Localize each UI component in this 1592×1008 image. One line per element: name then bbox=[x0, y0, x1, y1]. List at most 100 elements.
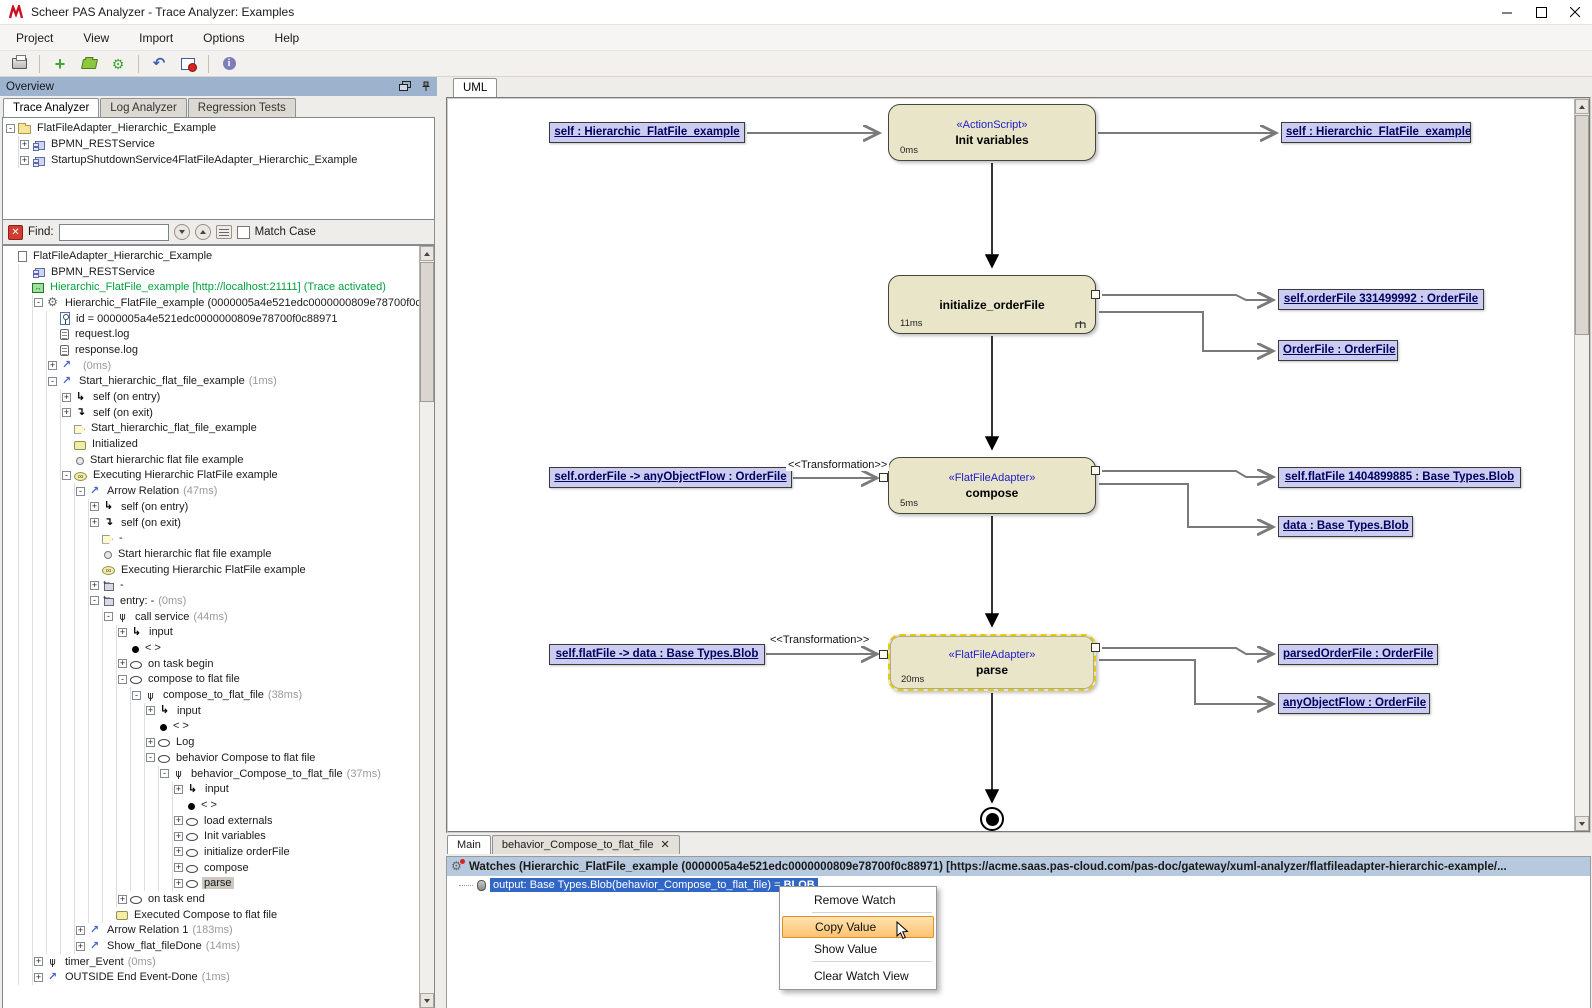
tree-row[interactable]: - Executing Hierarchic FlatFile example bbox=[6, 468, 434, 484]
tree-row[interactable]: - call service (44ms) bbox=[6, 609, 434, 625]
expander-icon[interactable]: + bbox=[90, 581, 99, 590]
expander-icon[interactable]: - bbox=[118, 675, 127, 684]
expander-icon[interactable]: + bbox=[174, 863, 183, 872]
menu-view[interactable]: View bbox=[81, 29, 111, 47]
tree-row[interactable]: + input bbox=[6, 703, 434, 719]
tree-row[interactable]: < > bbox=[6, 719, 434, 735]
canvas-scrollbar[interactable] bbox=[1574, 99, 1589, 831]
panel-splitter[interactable] bbox=[437, 77, 445, 1008]
expander-icon[interactable]: + bbox=[20, 140, 29, 149]
tree-row[interactable]: - behavior Compose to flat file bbox=[6, 750, 434, 766]
tree-row[interactable]: - FlatFileAdapter_Hierarchic_Example bbox=[6, 120, 434, 136]
context-menu-item[interactable] bbox=[812, 912, 932, 915]
expander-icon[interactable]: - bbox=[76, 487, 85, 496]
context-menu-item[interactable]: Clear Watch View bbox=[782, 965, 934, 987]
tab[interactable]: Log Analyzer bbox=[100, 98, 187, 117]
expander-icon[interactable]: - bbox=[146, 753, 155, 762]
tree-row[interactable]: Start hierarchic flat file example bbox=[6, 452, 434, 468]
tree-row[interactable]: + Log bbox=[6, 734, 434, 750]
expander-icon[interactable]: + bbox=[146, 738, 155, 747]
close-tab-icon[interactable]: ✕ bbox=[661, 840, 670, 850]
expander-icon[interactable]: + bbox=[174, 832, 183, 841]
uml-canvas[interactable]: «ActionScript» Init variables 0ms initia… bbox=[448, 99, 1574, 831]
find-input[interactable] bbox=[59, 224, 169, 241]
expander-icon[interactable]: + bbox=[174, 879, 183, 888]
uml-object-flatfile-to-data[interactable]: self.flatFile -> data : Base Types.Blob bbox=[549, 644, 765, 665]
expander-icon[interactable]: + bbox=[174, 816, 183, 825]
tree-row[interactable]: + StartupShutdownService4FlatFileAdapter… bbox=[6, 152, 434, 168]
tree-row[interactable]: + self (on entry) bbox=[6, 499, 434, 515]
menu-project[interactable]: Project bbox=[14, 29, 55, 47]
watches-header[interactable]: Watches (Hierarchic_FlatFile_example (00… bbox=[447, 857, 1590, 876]
tree-row[interactable]: Start hierarchic flat file example bbox=[6, 546, 434, 562]
watch-row[interactable]: output: Base Types.Blob(behavior_Compose… bbox=[447, 876, 1590, 894]
find-next-icon[interactable] bbox=[174, 224, 190, 240]
expander-icon[interactable]: + bbox=[20, 156, 29, 165]
tree-row[interactable]: + Arrow Relation 1 (183ms) bbox=[6, 923, 434, 939]
restore-window-icon[interactable] bbox=[399, 81, 411, 92]
uml-node-parse[interactable]: «FlatFileAdapter» parse 20ms bbox=[888, 634, 1096, 691]
tree-row[interactable]: BPMN_RESTService bbox=[6, 264, 434, 280]
uml-node-init-variables[interactable]: «ActionScript» Init variables 0ms bbox=[888, 104, 1096, 161]
tree-row[interactable]: - bbox=[6, 530, 434, 546]
undo-icon[interactable]: ↶ bbox=[148, 54, 170, 74]
uml-object-self-flatfile[interactable]: self.flatFile 1404899885 : Base Types.Bl… bbox=[1278, 467, 1521, 488]
uml-object-data-blob[interactable]: data : Base Types.Blob bbox=[1278, 516, 1413, 537]
tree-row[interactable]: - entry: - (0ms) bbox=[6, 593, 434, 609]
tab-uml[interactable]: UML bbox=[453, 78, 497, 97]
context-menu-item[interactable]: Copy Value bbox=[782, 916, 934, 938]
uml-node-compose[interactable]: «FlatFileAdapter» compose 5ms bbox=[888, 457, 1096, 514]
expander-icon[interactable]: + bbox=[174, 847, 183, 856]
expander-icon[interactable]: - bbox=[160, 769, 169, 778]
tree-row[interactable]: - compose to flat file bbox=[6, 672, 434, 688]
watch-expression[interactable]: output: Base Types.Blob(behavior_Compose… bbox=[490, 878, 818, 892]
expander-icon[interactable]: + bbox=[90, 518, 99, 527]
menu-help[interactable]: Help bbox=[273, 29, 302, 47]
tree-row[interactable]: + load externals bbox=[6, 813, 434, 829]
expander-icon[interactable]: - bbox=[104, 612, 113, 621]
tree-row[interactable]: Hierarchic_FlatFile_example [http://loca… bbox=[6, 279, 434, 295]
final-activity-node[interactable] bbox=[980, 807, 1004, 831]
tree-row[interactable]: Initialized bbox=[6, 436, 434, 452]
uml-object-self-in[interactable]: self : Hierarchic_FlatFile_example bbox=[549, 122, 745, 143]
tree-row[interactable]: response.log bbox=[6, 342, 434, 358]
settings-gear-icon[interactable]: ⚙ bbox=[107, 54, 129, 74]
tree-row[interactable]: + self (on entry) bbox=[6, 389, 434, 405]
tree-row[interactable]: + input bbox=[6, 781, 434, 797]
tree-row[interactable]: + initialize orderFile bbox=[6, 844, 434, 860]
tree-row[interactable]: request.log bbox=[6, 326, 434, 342]
tree-row[interactable]: + BPMN_RESTService bbox=[6, 136, 434, 152]
tree-row[interactable]: < > bbox=[6, 640, 434, 656]
tree-row[interactable]: + timer_Event (0ms) bbox=[6, 954, 434, 970]
scroll-up-icon[interactable] bbox=[1575, 99, 1589, 114]
context-menu-item[interactable] bbox=[812, 961, 932, 964]
expander-icon[interactable]: + bbox=[174, 785, 183, 794]
context-menu-item[interactable]: Remove Watch bbox=[782, 889, 934, 911]
close-find-icon[interactable]: ✕ bbox=[8, 225, 23, 240]
tree-row[interactable]: Executed Compose to flat file bbox=[6, 907, 434, 923]
expander-icon[interactable]: + bbox=[146, 706, 155, 715]
pin-icon[interactable] bbox=[421, 81, 431, 92]
expander-icon[interactable]: + bbox=[90, 502, 99, 511]
tree-row[interactable]: + on task end bbox=[6, 891, 434, 907]
tree-row[interactable]: - Arrow Relation (47ms) bbox=[6, 483, 434, 499]
tree-row[interactable]: + - bbox=[6, 577, 434, 593]
menu-options[interactable]: Options bbox=[201, 29, 246, 47]
tree-row[interactable]: - Start_hierarchic_flat_file_example (1m… bbox=[6, 374, 434, 390]
minimize-icon[interactable] bbox=[1490, 0, 1524, 24]
menu-import[interactable]: Import bbox=[137, 29, 175, 47]
find-previous-icon[interactable] bbox=[195, 224, 211, 240]
expander-icon[interactable]: - bbox=[48, 377, 57, 386]
tree-row[interactable]: - Hierarchic_FlatFile_example (0000005a4… bbox=[6, 295, 434, 311]
uml-port[interactable] bbox=[1091, 290, 1100, 299]
tab[interactable]: Regression Tests bbox=[188, 98, 296, 117]
tree-row[interactable]: + OUTSIDE End Event-Done (1ms) bbox=[6, 970, 434, 986]
tree-row[interactable]: id = 0000005a4e521edc0000000809e78700f0c… bbox=[6, 311, 434, 327]
scroll-up-icon[interactable] bbox=[420, 246, 434, 261]
tree-row[interactable]: - compose_to_flat_file (38ms) bbox=[6, 687, 434, 703]
tab-main[interactable]: Main bbox=[447, 835, 491, 854]
expander-icon[interactable]: + bbox=[34, 957, 43, 966]
maximize-icon[interactable] bbox=[1524, 0, 1558, 24]
expander-icon[interactable]: - bbox=[6, 124, 15, 133]
expander-icon[interactable]: - bbox=[62, 471, 71, 480]
